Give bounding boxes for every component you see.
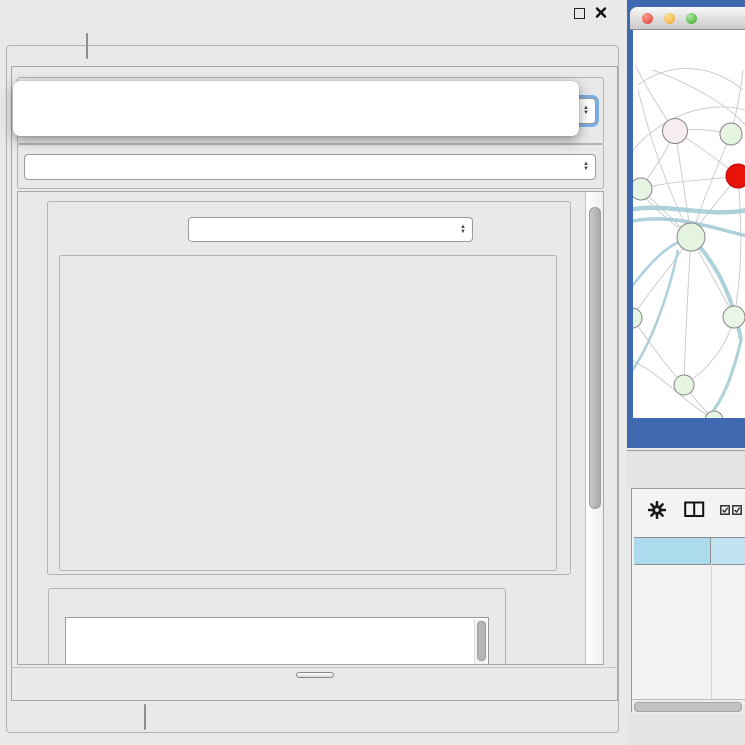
network-canvas[interactable] [633, 30, 745, 418]
select-columns-checkboxes-icon[interactable] [720, 505, 743, 515]
algorithm-popup [13, 81, 579, 136]
node-table-rows [634, 564, 745, 713]
table-column-headers [634, 537, 745, 565]
close-traffic-light[interactable] [642, 13, 653, 24]
node-bottom[interactable] [705, 411, 723, 418]
network-window [627, 0, 745, 448]
list-scrollbar[interactable] [474, 619, 487, 665]
settings-gear-icon[interactable] [648, 501, 666, 519]
settings-scrollbar[interactable] [585, 192, 603, 664]
settings-scrollpane: ▲▼ [17, 191, 604, 665]
node-gal4[interactable] [677, 223, 705, 251]
node-gal11[interactable] [633, 178, 652, 200]
column-header-name[interactable] [711, 538, 745, 564]
table-horizontal-scrollbar-thumb[interactable] [634, 702, 742, 712]
combo-arrows-icon: ▲▼ [460, 225, 466, 235]
apply-button[interactable] [296, 672, 334, 678]
node-h[interactable] [723, 306, 745, 328]
table-horizontal-scrollbar[interactable] [632, 699, 745, 713]
split-panel-icon[interactable] [684, 501, 705, 518]
number-of-intervals-select[interactable]: ▲▼ [188, 217, 473, 242]
interval-definition-group: ▲▼ [47, 201, 571, 575]
thresholds-group [59, 255, 557, 571]
settings-scrollbar-thumb[interactable] [589, 207, 601, 509]
table-panel-header [627, 450, 745, 489]
float-window-icon[interactable] [574, 8, 585, 19]
table-panel-body [631, 488, 745, 714]
numerical-attributes-list[interactable] [65, 617, 489, 665]
table-data-group: ▲▼ [17, 143, 604, 189]
list-scrollbar-thumb[interactable] [477, 621, 486, 661]
node-gcy1[interactable] [633, 308, 642, 328]
network-graph [633, 30, 745, 418]
screen: ▲▼ ▲▼ ▲▼ [0, 0, 745, 745]
cyni-bottom-tabs [144, 704, 146, 730]
network-window-titlebar[interactable] [630, 7, 745, 30]
combo-arrows-icon: ▲▼ [583, 106, 589, 116]
minimize-traffic-light[interactable] [664, 13, 675, 24]
below-table-area [627, 712, 745, 745]
node-gal80[interactable] [663, 119, 688, 144]
node-red[interactable] [726, 164, 745, 188]
node-g[interactable] [720, 123, 742, 145]
column-header-shared-name[interactable] [634, 538, 711, 564]
control-panel-tabs [86, 33, 88, 59]
combo-arrows-icon: ▲▼ [583, 162, 589, 172]
zoom-traffic-light[interactable] [686, 13, 697, 24]
attributes-group [48, 588, 506, 665]
node-hap2[interactable] [674, 375, 694, 395]
column-divider [711, 564, 712, 701]
close-icon[interactable] [595, 6, 607, 19]
table-data-select[interactable]: ▲▼ [24, 154, 596, 180]
cyni-toolbox-content: ▲▼ ▲▼ ▲▼ [11, 66, 618, 701]
table-panel-toolbar [632, 489, 745, 533]
apply-bar [12, 667, 617, 700]
